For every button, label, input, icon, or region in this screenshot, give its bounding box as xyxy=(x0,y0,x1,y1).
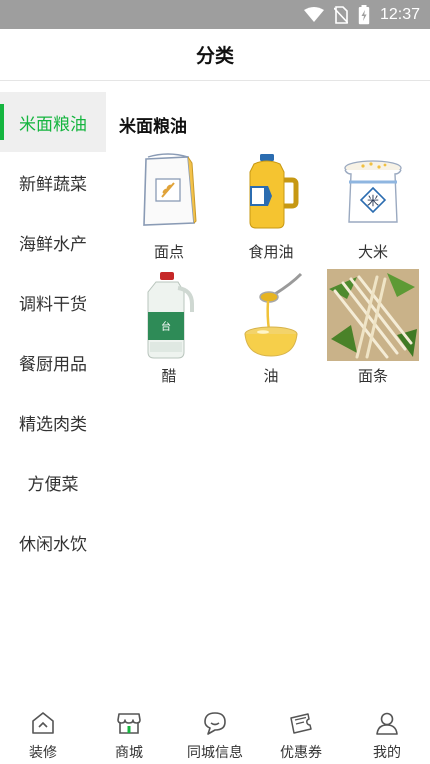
product-item-rice[interactable]: 米 大米 xyxy=(322,145,424,263)
sidebar-item-snacks-drinks[interactable]: 休闲水饮 xyxy=(0,512,106,572)
product-label: 面条 xyxy=(357,367,388,385)
header: 分类 xyxy=(0,29,430,81)
status-time: 12:37 xyxy=(379,5,420,23)
product-grid: 面点 食用油 米 大米 台 醋 油 面条 xyxy=(118,145,424,387)
nav-item-coupons[interactable]: 优惠券 xyxy=(258,702,344,764)
nav-item-profile[interactable]: 我的 xyxy=(344,702,430,764)
rice-bag-icon: 米 xyxy=(327,145,419,237)
product-label: 面点 xyxy=(153,243,184,261)
category-sidebar: 米面粮油 新鲜蔬菜 海鲜水产 调料干货 餐厨用品 精选肉类 方便菜 休闲水饮 xyxy=(0,92,106,612)
status-bar: 12:37 xyxy=(0,0,430,29)
nav-label: 优惠券 xyxy=(280,745,322,761)
section-title: 米面粮油 xyxy=(119,117,187,137)
coupon-icon xyxy=(290,713,312,734)
no-sim-icon xyxy=(333,5,348,24)
product-item-oil[interactable]: 油 xyxy=(220,269,322,387)
sidebar-item-convenience-food[interactable]: 方便菜 xyxy=(0,452,106,512)
product-label: 油 xyxy=(263,367,279,385)
bottom-nav: 装修 商城 同城信息 优惠券 我的 xyxy=(0,702,430,764)
sidebar-item-rice-flour-oil[interactable]: 米面粮油 xyxy=(0,92,106,152)
store-icon xyxy=(117,713,141,734)
product-label: 大米 xyxy=(357,243,388,261)
home-icon xyxy=(32,712,54,734)
nav-item-decorate[interactable]: 装修 xyxy=(0,702,86,764)
sidebar-item-seasonings[interactable]: 调料干货 xyxy=(0,272,106,332)
product-item-noodles[interactable]: 面条 xyxy=(322,269,424,387)
nav-item-store[interactable]: 商城 xyxy=(86,702,172,764)
status-icons: 12:37 xyxy=(303,4,420,25)
product-item-vinegar[interactable]: 台 醋 xyxy=(118,269,220,387)
sidebar-item-meat[interactable]: 精选肉类 xyxy=(0,392,106,452)
sidebar-item-kitchenware[interactable]: 餐厨用品 xyxy=(0,332,106,392)
product-label: 醋 xyxy=(161,367,177,385)
vinegar-jug-icon: 台 xyxy=(123,269,215,361)
oil-bowl-icon xyxy=(225,269,317,361)
noodles-icon xyxy=(327,269,419,361)
oil-bottle-icon xyxy=(225,145,317,237)
product-item-cooking-oil[interactable]: 食用油 xyxy=(220,145,322,263)
svg-text:台: 台 xyxy=(161,320,171,333)
chat-icon xyxy=(204,712,226,735)
sidebar-item-fresh-vegetables[interactable]: 新鲜蔬菜 xyxy=(0,152,106,212)
svg-text:米: 米 xyxy=(367,194,379,208)
flour-bag-icon xyxy=(123,145,215,237)
nav-label: 同城信息 xyxy=(187,745,243,761)
wifi-icon xyxy=(303,6,324,22)
nav-label: 装修 xyxy=(29,745,57,761)
product-label: 食用油 xyxy=(248,243,294,261)
nav-label: 我的 xyxy=(373,745,401,761)
nav-item-local-info[interactable]: 同城信息 xyxy=(172,702,258,764)
product-item-flour[interactable]: 面点 xyxy=(118,145,220,263)
page-title: 分类 xyxy=(195,45,234,67)
nav-label: 商城 xyxy=(115,745,143,761)
battery-charging-icon xyxy=(358,4,370,24)
user-icon xyxy=(376,712,398,735)
sidebar-item-seafood[interactable]: 海鲜水产 xyxy=(0,212,106,272)
